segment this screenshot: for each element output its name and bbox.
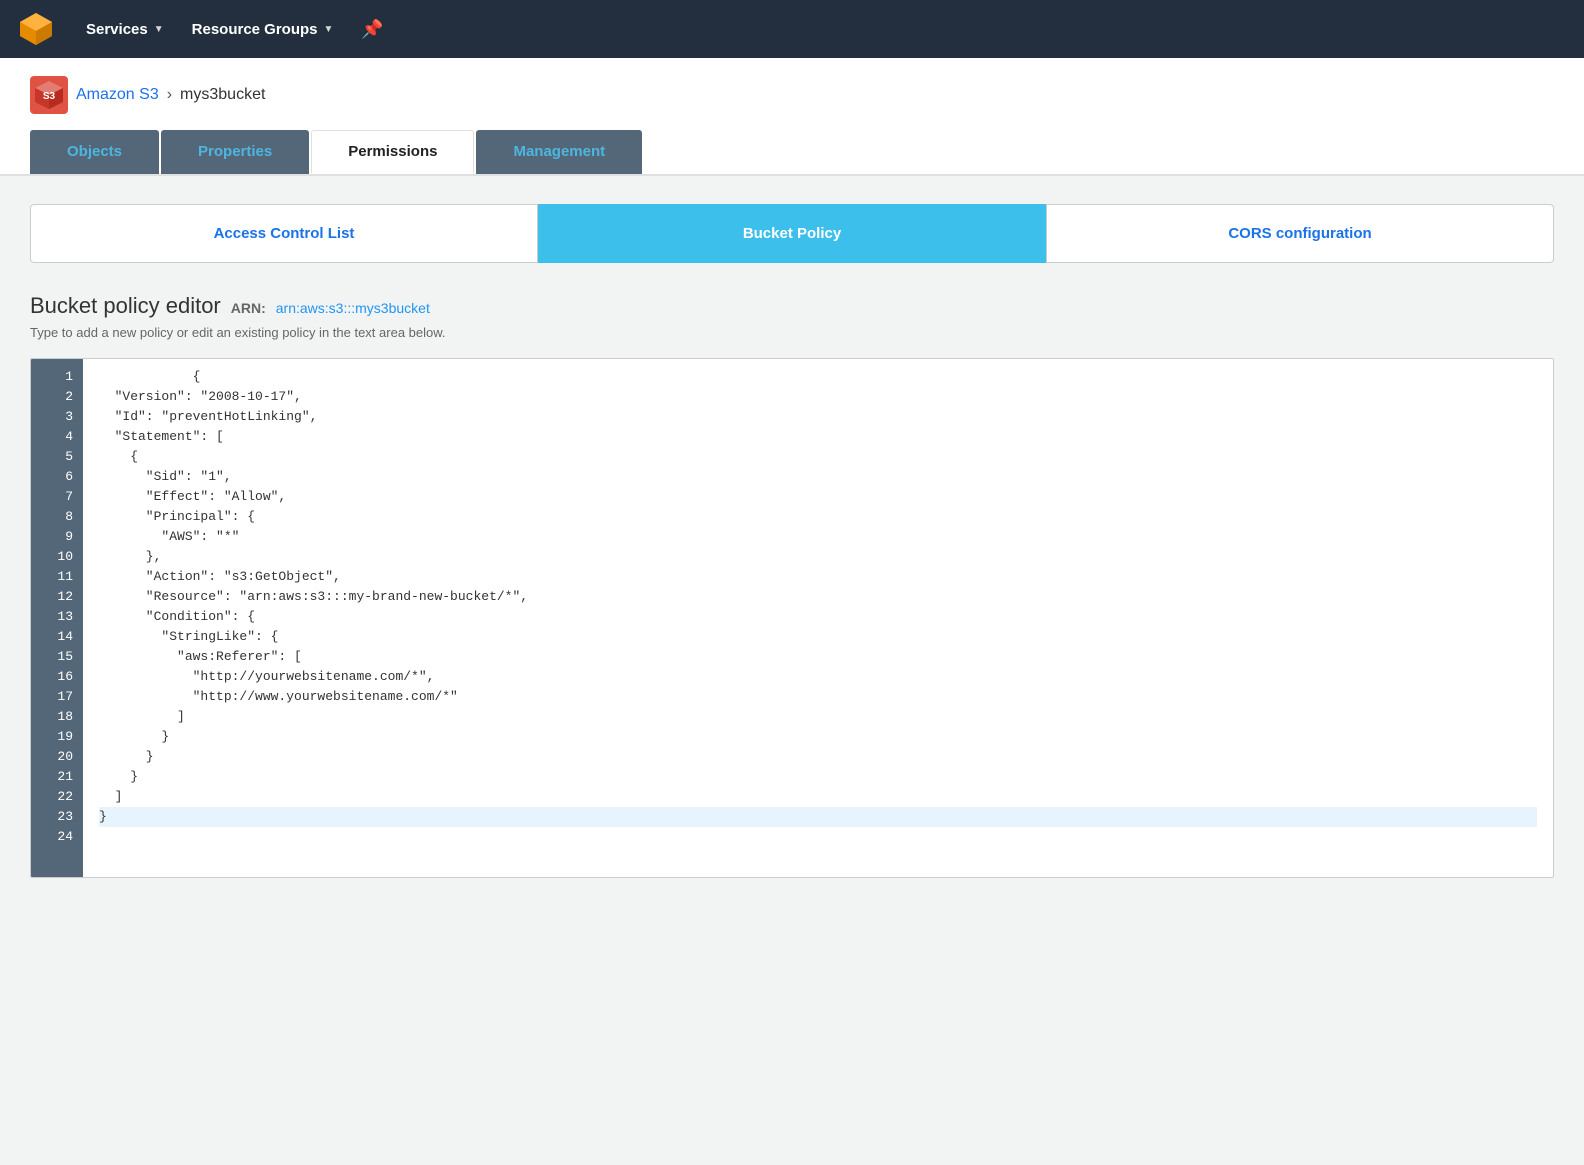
code-line: "Sid": "1", (99, 467, 1537, 487)
services-menu[interactable]: Services ▼ (72, 13, 178, 46)
code-line: "aws:Referer": [ (99, 647, 1537, 667)
arn-label: ARN: (231, 300, 266, 316)
code-line: "Effect": "Allow", (99, 487, 1537, 507)
code-line: { (99, 447, 1537, 467)
editor-title-row: Bucket policy editor ARN: arn:aws:s3:::m… (30, 293, 1554, 319)
line-number: 19 (31, 727, 83, 747)
code-line: }, (99, 547, 1537, 567)
tab-permissions[interactable]: Permissions (311, 130, 474, 174)
line-number: 16 (31, 667, 83, 687)
tab-objects[interactable]: Objects (30, 130, 159, 174)
svg-text:S3: S3 (43, 91, 56, 102)
line-number: 14 (31, 627, 83, 647)
arn-value: arn:aws:s3:::mys3bucket (276, 300, 430, 316)
line-number: 13 (31, 607, 83, 627)
line-number: 7 (31, 487, 83, 507)
resource-groups-menu[interactable]: Resource Groups ▼ (178, 13, 348, 46)
editor-subtitle: Type to add a new policy or edit an exis… (30, 325, 1554, 340)
code-content[interactable]: { "Version": "2008-10-17", "Id": "preven… (83, 359, 1553, 877)
main-content: Access Control List Bucket Policy CORS c… (0, 176, 1584, 906)
code-line: } (99, 727, 1537, 747)
line-number: 15 (31, 647, 83, 667)
code-line: } (99, 767, 1537, 787)
line-number: 1 (31, 367, 83, 387)
services-chevron-icon: ▼ (154, 24, 164, 35)
breadcrumb-service-link[interactable]: Amazon S3 (76, 86, 159, 104)
code-line: "Id": "preventHotLinking", (99, 407, 1537, 427)
code-line: } (99, 807, 1537, 827)
tab-management[interactable]: Management (476, 130, 642, 174)
tab-properties[interactable]: Properties (161, 130, 309, 174)
pin-icon[interactable]: 📌 (347, 11, 397, 48)
code-line: "Statement": [ (99, 427, 1537, 447)
editor-title: Bucket policy editor (30, 293, 221, 319)
line-number: 5 (31, 447, 83, 467)
code-line: "http://yourwebsitename.com/*", (99, 667, 1537, 687)
bucket-policy-editor-section: Bucket policy editor ARN: arn:aws:s3:::m… (30, 293, 1554, 878)
cors-config-button[interactable]: CORS configuration (1046, 204, 1554, 263)
code-line: "Condition": { (99, 607, 1537, 627)
code-line: { (99, 367, 1537, 387)
main-tabs: Objects Properties Permissions Managemen… (30, 130, 1554, 174)
sub-navigation: Access Control List Bucket Policy CORS c… (30, 204, 1554, 263)
line-number: 11 (31, 567, 83, 587)
code-line: "Version": "2008-10-17", (99, 387, 1537, 407)
line-number: 12 (31, 587, 83, 607)
breadcrumb-separator: › (167, 86, 172, 104)
acl-button[interactable]: Access Control List (30, 204, 538, 263)
code-line: "Principal": { (99, 507, 1537, 527)
line-number: 22 (31, 787, 83, 807)
line-number: 23 (31, 807, 83, 827)
code-line: "Resource": "arn:aws:s3:::my-brand-new-b… (99, 587, 1537, 607)
breadcrumb-bucket-name: mys3bucket (180, 86, 265, 104)
line-number: 18 (31, 707, 83, 727)
breadcrumb: S3 Amazon S3 › mys3bucket (30, 76, 1554, 114)
services-label: Services (86, 21, 148, 38)
code-line: } (99, 747, 1537, 767)
line-number: 17 (31, 687, 83, 707)
aws-logo[interactable] (16, 9, 56, 49)
resource-groups-chevron-icon: ▼ (324, 24, 334, 35)
line-number: 4 (31, 427, 83, 447)
line-number: 3 (31, 407, 83, 427)
line-number: 24 (31, 827, 83, 847)
line-number: 10 (31, 547, 83, 567)
line-number: 2 (31, 387, 83, 407)
code-editor[interactable]: 123456789101112131415161718192021222324 … (30, 358, 1554, 878)
code-line: "AWS": "*" (99, 527, 1537, 547)
line-number: 8 (31, 507, 83, 527)
code-line: ] (99, 787, 1537, 807)
code-line: "http://www.yourwebsitename.com/*" (99, 687, 1537, 707)
line-number: 20 (31, 747, 83, 767)
line-numbers: 123456789101112131415161718192021222324 (31, 359, 83, 877)
bucket-policy-button[interactable]: Bucket Policy (538, 204, 1046, 263)
line-number: 21 (31, 767, 83, 787)
code-line: "StringLike": { (99, 627, 1537, 647)
code-line: "Action": "s3:GetObject", (99, 567, 1537, 587)
page-header: S3 Amazon S3 › mys3bucket Objects Proper… (0, 58, 1584, 176)
resource-groups-label: Resource Groups (192, 21, 318, 38)
top-navigation: Services ▼ Resource Groups ▼ 📌 (0, 0, 1584, 58)
s3-service-icon: S3 (30, 76, 68, 114)
line-number: 6 (31, 467, 83, 487)
code-line: ] (99, 707, 1537, 727)
line-number: 9 (31, 527, 83, 547)
